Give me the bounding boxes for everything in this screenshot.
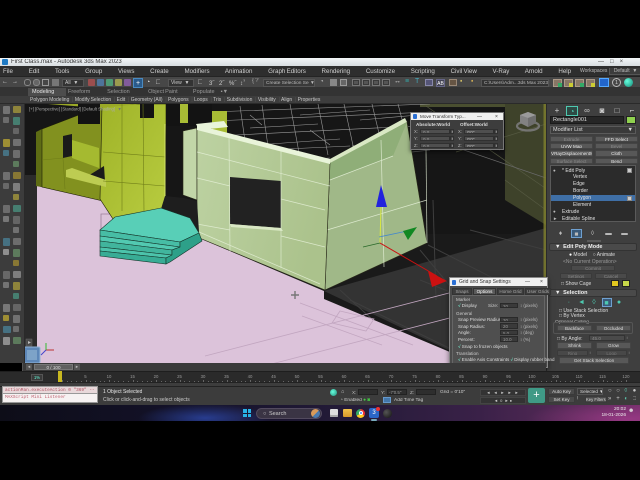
svg-text:[+] [Perspective] [Standard] [: [+] [Perspective] [Standard] [Default Sh… <box>29 107 122 112</box>
